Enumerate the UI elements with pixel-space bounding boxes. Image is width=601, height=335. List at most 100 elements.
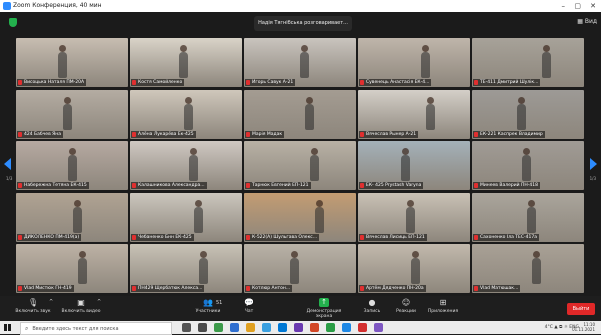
participant-name-text: ЕК-221 Каспрек Владимир — [480, 131, 543, 137]
participant-video-figure — [532, 251, 541, 284]
participant-tile[interactable]: ЕК- 425 Prystash Varyna — [358, 141, 470, 190]
participant-name: К-522(А) Шульгава Олекс... — [245, 233, 320, 241]
excel-icon[interactable] — [214, 323, 223, 332]
share-screen-icon: ↑ — [319, 298, 329, 307]
participant-video-figure — [426, 96, 435, 130]
participant-tile[interactable]: Артём Дядченко ПН-20а — [358, 244, 470, 293]
viber-icon[interactable] — [374, 323, 383, 332]
apps-button[interactable]: ⊞ Приложения — [420, 298, 466, 314]
participant-tile[interactable]: Алёна Лукарёва Ек-425 — [130, 89, 242, 139]
participant-name-text: Калашникова Александра... — [138, 183, 205, 188]
participant-tile[interactable]: Котлюр Антон... — [244, 244, 356, 293]
mic-muted-icon — [474, 183, 478, 188]
audio-options-chevron-icon[interactable]: ^ — [49, 299, 53, 305]
previous-page-arrow-icon[interactable] — [4, 158, 11, 170]
participant-video-figure — [315, 199, 324, 233]
powerpoint-icon[interactable] — [310, 323, 319, 332]
participant-name-text: Vlad Матюшак... — [480, 286, 519, 291]
participant-video-figure — [184, 96, 193, 130]
mic-muted-icon — [132, 234, 136, 240]
participant-name: Набережна Тетяна ЕК-415 — [17, 182, 89, 189]
participant-tile[interactable]: ПН429 Щербатюк Алекса... — [130, 244, 242, 293]
word-icon[interactable] — [230, 323, 239, 332]
participant-tile[interactable]: К-522(А) Шульгава Олекс... — [244, 192, 356, 242]
participant-tile[interactable]: Висоцька Наталя ПМ-20А — [16, 38, 128, 87]
close-button[interactable]: ✕ — [590, 1, 596, 11]
taskbar-clock[interactable]: 11:10 01.11.2021 — [572, 322, 595, 332]
participant-tile[interactable]: Минеев Валерий ПН-418 — [472, 141, 584, 190]
zoom-taskbar-icon[interactable] — [342, 323, 351, 332]
participant-tile[interactable]: Vlad Мистюк ГН-419 — [16, 244, 128, 293]
next-page-arrow-icon[interactable] — [590, 158, 597, 170]
leave-meeting-button[interactable]: Выйти — [567, 303, 595, 315]
security-shield-icon[interactable] — [9, 18, 17, 27]
participant-tile[interactable]: Игорь Савук А-21 — [244, 38, 356, 87]
participant-tile[interactable]: Марія Мадак — [244, 89, 356, 139]
participant-tile[interactable]: Тарнюк Евгений ЕП-121 — [244, 141, 356, 190]
participant-video-figure — [63, 96, 72, 130]
mic-muted-icon — [474, 286, 478, 291]
participant-name: Висоцька Наталя ПМ-20А — [17, 79, 87, 86]
participant-name: Тарнюк Евгений ЕП-121 — [245, 182, 311, 189]
participant-name-text: Алёна Лукарёва Ек-425 — [138, 131, 194, 137]
chat-label: Чат — [244, 309, 254, 314]
participant-video-figure — [179, 45, 188, 78]
page-indicator-right: 1/3 — [589, 176, 596, 181]
minimize-button[interactable]: – — [562, 1, 566, 11]
onenote-icon[interactable] — [294, 323, 303, 332]
chat-icon: 💬 — [244, 298, 254, 307]
participant-tile[interactable]: ЕК-221 Каспрек Владимир — [472, 89, 584, 139]
mail-icon[interactable] — [278, 323, 287, 332]
mic-muted-icon — [246, 234, 250, 240]
participants-icon: 👥 — [203, 298, 213, 307]
participant-tile[interactable]: Калашникова Александра... — [130, 141, 242, 190]
maximize-button[interactable]: ▢ — [574, 1, 581, 11]
edge-icon[interactable] — [262, 323, 271, 332]
participant-name-text: Тарнюк Евгений ЕП-121 — [252, 183, 309, 188]
meeting-topbar: Надія Тягнібська розговаривает... ▦ Вид — [0, 12, 601, 36]
mic-muted-icon — [246, 183, 250, 188]
participant-tile[interactable]: Вячеслав Рынер А-21 — [358, 89, 470, 139]
participant-name-text: Висоцька Наталя ПМ-20А — [24, 80, 85, 85]
participant-tile[interactable]: ТЕ-411 Дмитрий Шулік... — [472, 38, 584, 87]
folder-icon[interactable] — [246, 323, 255, 332]
mic-muted-icon — [474, 131, 478, 137]
participant-tile[interactable]: Вячеслав Лисиць ЕП-121 — [358, 192, 470, 242]
participant-video-figure — [406, 199, 415, 233]
participant-tile[interactable]: Костя Самойленко — [130, 38, 242, 87]
chrome-icon[interactable] — [326, 323, 335, 332]
participant-tile[interactable]: Чебаненко Бнн ЕК-425 — [130, 192, 242, 242]
apps-label: Приложения — [427, 309, 459, 314]
chat-button[interactable]: 💬 Чат — [226, 298, 272, 314]
file-explorer-icon[interactable] — [198, 323, 207, 332]
share-screen-button[interactable]: ↑ Демонстрация экрана — [298, 298, 350, 319]
view-button[interactable]: ▦ Вид — [577, 18, 597, 25]
windows-start-icon[interactable] — [4, 324, 11, 331]
participant-tile[interactable]: 424 Бабчев Яна — [16, 89, 128, 139]
taskbar-search-input[interactable]: ⌕ Введите здесь текст для поиска — [20, 322, 172, 335]
participant-name: Сувенець Анастасія ЕК-4... — [359, 79, 432, 86]
participant-video-figure — [58, 45, 67, 78]
participant-tile[interactable]: Сахоненко Іла ТЕС-417а — [472, 192, 584, 242]
mic-muted-icon — [18, 183, 22, 188]
meeting-toolbar: 🎙 Включить звук ^ ▣ Включить видео ^ 👥 У… — [0, 296, 601, 321]
participant-tile[interactable]: Vlad Матюшак... — [472, 244, 584, 293]
participant-name-text: Котлюр Антон... — [252, 286, 291, 291]
participant-video-figure — [522, 148, 531, 181]
participant-name-text: К-522(А) Шульгава Олекс... — [252, 234, 318, 240]
mic-muted-icon — [132, 286, 136, 291]
video-options-chevron-icon[interactable]: ^ — [97, 299, 101, 305]
participant-name: ЕК- 425 Prystash Varyna — [359, 182, 424, 189]
task-view-icon[interactable] — [182, 323, 191, 332]
apps-icon: ⊞ — [439, 298, 447, 307]
participants-button[interactable]: 👥 Участники — [185, 298, 231, 314]
mic-muted-icon — [360, 183, 364, 188]
mic-muted-icon — [474, 80, 478, 85]
participant-tile[interactable]: ДИКОЛЕНКО ПМ-419(а) — [16, 192, 128, 242]
opera-icon[interactable] — [358, 323, 367, 332]
mic-muted-icon — [246, 286, 250, 291]
participant-video-figure — [401, 148, 410, 181]
participant-tile[interactable]: Сувенець Анастасія ЕК-4... — [358, 38, 470, 87]
participant-tile[interactable]: Набережна Тетяна ЕК-415 — [16, 141, 128, 190]
page-indicator-left: 1/3 — [6, 176, 13, 181]
